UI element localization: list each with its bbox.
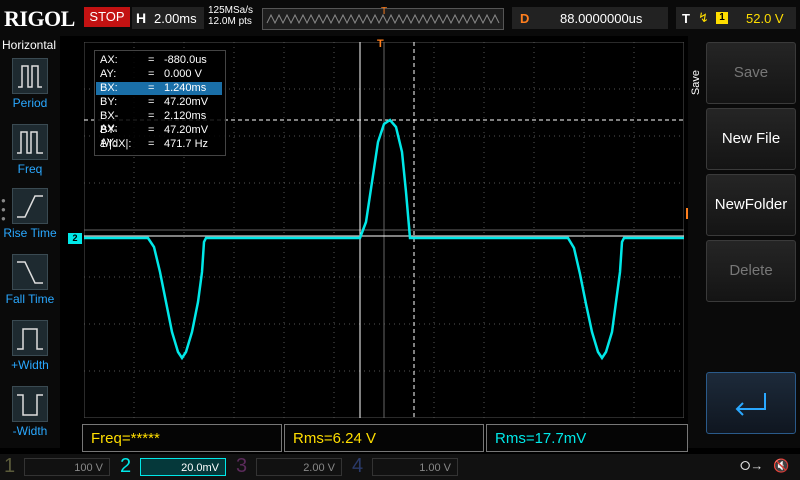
cursor-key: AX: (100, 54, 118, 66)
channel-2-number: 2 (120, 455, 132, 477)
trigger-level: 52.0 V (746, 11, 784, 26)
delay-box[interactable]: D 88.0000000us (512, 7, 668, 29)
save-menu-title: Save (690, 70, 702, 96)
trigger-box[interactable]: T ↯ 1 52.0 V (676, 7, 796, 29)
timebase-value: 2.00ms (154, 11, 197, 26)
equals-sign: = (148, 82, 155, 94)
equals-sign: = (148, 110, 155, 122)
cursor-key: BY: (100, 96, 118, 108)
channel-1-scale: 100 V (24, 458, 110, 476)
fall-time-button[interactable]: Fall Time (0, 254, 60, 306)
channel-3-number: 3 (236, 455, 248, 477)
usb-icon: ⭘→ (740, 458, 764, 473)
channel-2-scale: 20.0mV (140, 458, 226, 476)
fall-time-label: Fall Time (5, 292, 55, 306)
channel-1-tab[interactable]: 1 100 V (0, 454, 116, 480)
memory-depth: 12.0M pts (208, 16, 252, 27)
delay-value: 88.0000000us (560, 11, 643, 26)
cursor-value: 47.20mV (164, 124, 209, 136)
brand-logo: RIGOL (4, 6, 75, 31)
freq-button[interactable]: Freq (0, 124, 60, 176)
cursor-row-bx: BX: = 1.240ms (96, 82, 222, 95)
status-bar: RIGOL STOP H 2.00ms 125MSa/s 12.0M pts T… (0, 0, 800, 36)
equals-sign: = (148, 96, 155, 108)
cursor-value: 2.120ms (164, 110, 207, 122)
negative-width-button[interactable]: -Width (0, 386, 60, 438)
sample-rate: 125MSa/s (208, 5, 254, 16)
horizontal-measure-menu: Horizontal Period Freq ● ● ● Rise Time Fal… (0, 36, 60, 448)
trigger-position-top-marker[interactable]: T (377, 38, 384, 50)
rise-time-label: Rise Time (3, 226, 57, 240)
timebase-box[interactable]: H 2.00ms (132, 7, 204, 29)
channel-3-tab[interactable]: 3 2.00 V (232, 454, 348, 480)
measurement-rms-ch2[interactable]: Rms=17.7mV (486, 424, 688, 452)
negative-width-icon (12, 386, 48, 422)
channel-3-scale: 2.00 V (256, 458, 342, 476)
measurement-freq[interactable]: Freq=***** (82, 424, 282, 452)
freq-icon (12, 124, 48, 160)
trigger-source: 1 (716, 12, 728, 24)
positive-width-label: +Width (11, 358, 49, 372)
positive-width-icon (12, 320, 48, 356)
cursor-value: -880.0us (164, 54, 207, 66)
delete-button[interactable]: Delete (706, 240, 796, 302)
menu-title: Horizontal (2, 38, 57, 52)
delay-label: D (520, 11, 530, 26)
memory-overview-bar: T (262, 6, 504, 30)
channel-1-number: 1 (4, 455, 16, 477)
new-file-button[interactable]: New File (706, 108, 796, 170)
save-button[interactable]: Save (706, 42, 796, 104)
cursor-readout: AX: = -880.0us AY: = 0.000 V BX: = 1.240ms BY:… (94, 50, 226, 156)
new-folder-button[interactable]: NewFolder (706, 174, 796, 236)
negative-width-label: -Width (12, 424, 48, 438)
cursor-value: 1.240ms (164, 82, 207, 94)
channel-2-tab[interactable]: 2 20.0mV (116, 454, 232, 480)
fall-time-icon (12, 254, 48, 290)
period-label: Period (12, 96, 48, 110)
return-arrow-icon (735, 393, 766, 416)
measurement-rms-ch1[interactable]: Rms=6.24 V (284, 424, 484, 452)
cursor-key: BX: (100, 82, 118, 94)
usb-status: ⭘→ 🔇 (740, 458, 789, 474)
rise-time-button[interactable]: Rise Time (0, 188, 60, 240)
run-stop-status[interactable]: STOP (84, 7, 130, 27)
cursor-key: 1/|dX|: (100, 138, 132, 150)
channel-4-number: 4 (352, 455, 364, 477)
cursor-value: 0.000 V (164, 68, 202, 80)
cursor-value: 471.7 Hz (164, 138, 209, 150)
equals-sign: = (148, 124, 155, 136)
period-button[interactable]: Period (0, 58, 60, 110)
positive-width-button[interactable]: +Width (0, 320, 60, 372)
channel-bar: 1 100 V 2 20.0mV 3 2.00 V 4 1.00 V (0, 454, 800, 480)
channel-4-tab[interactable]: 4 1.00 V (348, 454, 464, 480)
equals-sign: = (148, 54, 155, 66)
channel-2-offset-marker[interactable]: 2 (68, 233, 82, 244)
cursor-key: AY: (100, 68, 117, 80)
acquisition-info: 125MSa/s 12.0M pts (208, 5, 253, 27)
mute-icon[interactable]: 🔇 (773, 458, 789, 473)
back-button[interactable] (706, 372, 796, 434)
trigger-position-marker: T (381, 6, 388, 17)
channel-4-scale: 1.00 V (372, 458, 458, 476)
rise-time-icon (12, 188, 48, 224)
period-icon (12, 58, 48, 94)
timebase-label: H (136, 10, 147, 26)
freq-label: Freq (17, 162, 43, 176)
equals-sign: = (148, 68, 155, 80)
cursor-value: 47.20mV (164, 96, 209, 108)
rising-edge-icon: ↯ (698, 10, 709, 25)
equals-sign: = (148, 138, 155, 150)
trigger-label: T (682, 11, 690, 26)
